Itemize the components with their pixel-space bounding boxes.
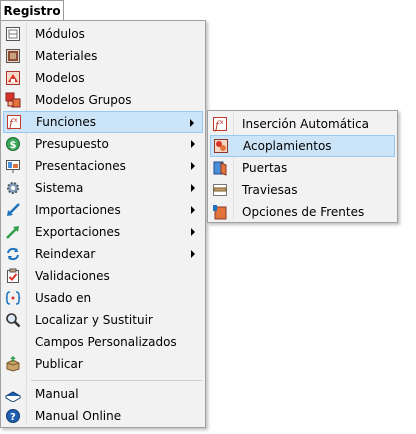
menu-item-reindexar[interactable]: Reindexar <box>3 243 203 265</box>
menu-item-label: Reindexar <box>35 247 96 261</box>
funciones-submenu: fx Inserción Automática Acoplamientos Pu… <box>207 110 398 223</box>
menu-item-label: Manual Online <box>35 409 122 423</box>
menu-item-publicar[interactable]: Publicar <box>3 353 203 375</box>
gear-icon <box>5 180 21 196</box>
menu-item-label: Validaciones <box>35 269 110 283</box>
reindex-icon <box>5 246 21 262</box>
search-icon <box>5 312 21 328</box>
svg-text:x: x <box>220 119 224 126</box>
menu-item-validaciones[interactable]: Validaciones <box>3 265 203 287</box>
function-icon: fx <box>6 114 22 130</box>
submenu-item-traviesas[interactable]: Traviesas <box>210 179 395 201</box>
menu-item-label: Campos Personalizados <box>35 335 177 349</box>
publish-icon <box>5 355 21 372</box>
menu-item-funciones[interactable]: fx Funciones <box>3 111 203 133</box>
svg-text:x: x <box>14 117 18 124</box>
import-icon <box>5 202 21 218</box>
submenu-arrow-icon <box>191 228 195 236</box>
submenu-item-opciones-frentes[interactable]: Opciones de Frentes <box>210 201 395 223</box>
menu-item-label: Materiales <box>35 49 98 63</box>
empty-icon-slot <box>5 334 21 350</box>
menu-item-label: Publicar <box>35 357 83 371</box>
menu-item-usado-en[interactable]: Usado en <box>3 287 203 309</box>
submenu-arrow-icon <box>190 119 194 127</box>
svg-text:?: ? <box>10 412 16 423</box>
coupling-icon <box>213 138 229 154</box>
submenu-arrow-icon <box>191 206 195 214</box>
presentation-icon <box>5 158 21 174</box>
menu-separator <box>31 380 202 381</box>
menu-item-label: Funciones <box>36 115 96 129</box>
model-icon <box>5 70 21 86</box>
menu-item-manual-online[interactable]: ? Manual Online <box>3 405 203 427</box>
submenu-arrow-icon <box>191 250 195 258</box>
menu-item-label: Usado en <box>35 291 92 305</box>
menu-item-localizar-sustituir[interactable]: Localizar y Sustituir <box>3 309 203 331</box>
menu-item-exportaciones[interactable]: Exportaciones <box>3 221 203 243</box>
model-group-icon <box>5 92 21 108</box>
module-icon <box>5 26 21 42</box>
menu-item-materiales[interactable]: Materiales <box>3 45 203 67</box>
submenu-item-label: Inserción Automática <box>242 117 370 131</box>
used-in-icon <box>5 290 21 306</box>
menu-item-label: Manual <box>35 387 79 401</box>
registro-dropdown-menu: Módulos Materiales Modelos Modelos Grupo… <box>0 20 206 428</box>
material-icon <box>5 48 21 64</box>
submenu-item-label: Traviesas <box>242 183 298 197</box>
menu-item-modelos[interactable]: Modelos <box>3 67 203 89</box>
menu-item-label: Exportaciones <box>35 225 121 239</box>
menu-item-label: Sistema <box>35 181 84 195</box>
validation-icon <box>5 268 21 284</box>
menu-item-label: Modelos <box>35 71 85 85</box>
menu-item-label: Módulos <box>35 27 85 41</box>
menu-item-label: Presupuesto <box>35 137 109 151</box>
submenu-arrow-icon <box>191 140 195 148</box>
menu-item-label: Modelos Grupos <box>35 93 132 107</box>
menu-item-manual[interactable]: Manual <box>3 383 203 405</box>
submenu-item-insercion-automatica[interactable]: fx Inserción Automática <box>210 113 395 135</box>
menu-item-modulos[interactable]: Módulos <box>3 23 203 45</box>
submenu-item-label: Acoplamientos <box>243 139 332 153</box>
book-icon <box>4 386 22 403</box>
submenu-item-acoplamientos[interactable]: Acoplamientos <box>210 135 395 157</box>
help-icon: ? <box>5 408 21 424</box>
front-options-icon <box>212 204 228 220</box>
crossbar-icon <box>212 182 228 198</box>
menu-item-presentaciones[interactable]: Presentaciones <box>3 155 203 177</box>
submenu-item-puertas[interactable]: Puertas <box>210 157 395 179</box>
menu-item-label: Localizar y Sustituir <box>35 313 153 327</box>
menu-item-importaciones[interactable]: Importaciones <box>3 199 203 221</box>
menu-registro[interactable]: Registro <box>0 0 64 21</box>
submenu-arrow-icon <box>191 184 195 192</box>
menu-registro-label: Registro <box>3 4 61 18</box>
submenu-item-label: Opciones de Frentes <box>242 205 365 219</box>
menu-item-presupuesto[interactable]: $ Presupuesto <box>3 133 203 155</box>
menu-item-modelos-grupos[interactable]: Modelos Grupos <box>3 89 203 111</box>
svg-text:$: $ <box>10 140 17 151</box>
auto-insert-icon: fx <box>212 116 228 132</box>
menu-item-label: Importaciones <box>35 203 121 217</box>
menu-item-label: Presentaciones <box>35 159 126 173</box>
submenu-arrow-icon <box>191 162 195 170</box>
budget-icon: $ <box>5 136 21 152</box>
submenu-item-label: Puertas <box>242 161 288 175</box>
door-icon <box>212 160 228 176</box>
menu-item-sistema[interactable]: Sistema <box>3 177 203 199</box>
export-icon <box>5 224 21 240</box>
menu-item-campos-personalizados[interactable]: Campos Personalizados <box>3 331 203 353</box>
